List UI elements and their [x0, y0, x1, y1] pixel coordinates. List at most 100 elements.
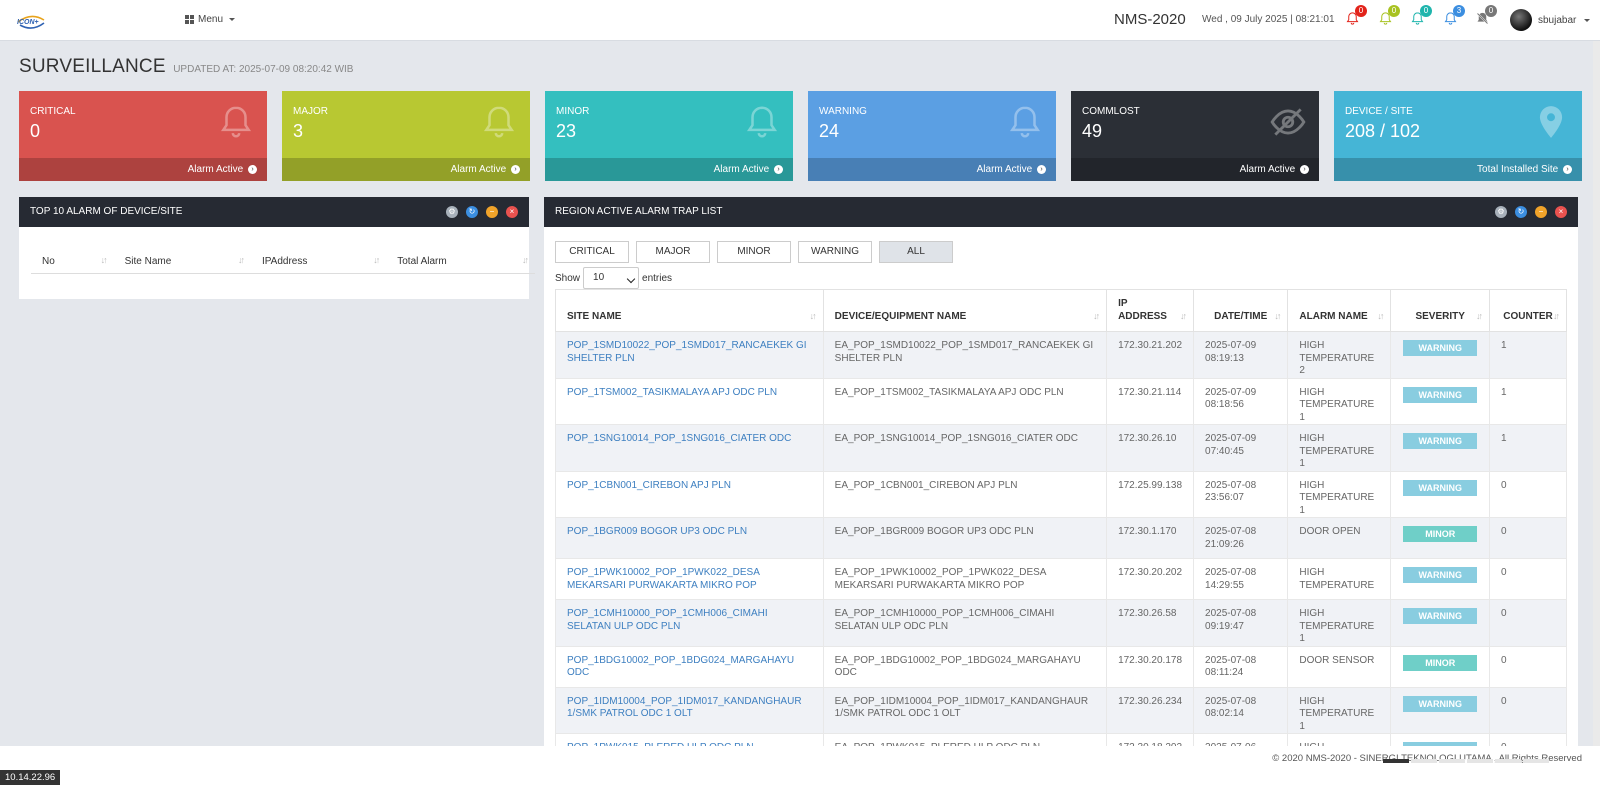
card-footer-text: Alarm Active: [1239, 164, 1296, 175]
column-header[interactable]: No ↓↑: [31, 245, 114, 274]
site-name-link[interactable]: POP_1BGR009 BOGOR UP3 ODC PLN: [567, 526, 747, 537]
table-row[interactable]: POP_1IDM10004_POP_1IDM017_KANDANGHAUR 1/…: [555, 686, 1567, 734]
column-header[interactable]: IPAddress ↓↑: [250, 245, 387, 274]
filter-critical-button[interactable]: CRITICAL: [555, 241, 629, 263]
datetime-text: 2025-07-08 23:56:07: [1205, 479, 1257, 504]
severity-badge: MINOR: [1403, 654, 1478, 671]
column-header[interactable]: Total Alarm ↓↑: [386, 245, 535, 274]
severity-cell: WARNING: [1390, 377, 1491, 425]
card-footer-link[interactable]: Alarm Active ›: [808, 158, 1056, 181]
ip-address-cell: 172.30.20.178: [1106, 645, 1195, 688]
datetime-text: 2025-07-08 21:09:26: [1205, 526, 1257, 550]
severity-cell: WARNING: [1390, 686, 1491, 734]
filter-minor-button[interactable]: MINOR: [717, 241, 791, 263]
site-name-link[interactable]: POP_1IDM10004_POP_1IDM017_KANDANGHAUR 1/…: [567, 696, 802, 720]
panel-tools: ⚙ ↻ − ×: [446, 206, 518, 218]
card-footer-link[interactable]: Alarm Active ›: [545, 158, 793, 181]
datetime-cell: 2025-07-08 09:19:47: [1193, 599, 1289, 647]
notification-count: 3: [1453, 5, 1465, 17]
card-footer-link[interactable]: Alarm Active ›: [1071, 158, 1319, 181]
notification-4[interactable]: 0: [1475, 5, 1497, 29]
site-name-link[interactable]: POP_1BDG10002_POP_1BDG024_MARGAHAYU ODC: [567, 655, 794, 679]
card-footer-link[interactable]: Alarm Active ›: [19, 158, 267, 181]
table-row[interactable]: POP_1TSM002_TASIKMALAYA APJ ODC PLN EA_P…: [555, 377, 1567, 425]
user-menu[interactable]: sbujabar: [1510, 9, 1591, 31]
page-button[interactable]: [1383, 759, 1409, 763]
sort-icon: ↓↑: [809, 311, 817, 321]
table-row[interactable]: POP_1BDG10002_POP_1BDG024_MARGAHAYU ODC …: [555, 645, 1567, 688]
table-row[interactable]: POP_1PWK10002_POP_1PWK022_DESA MEKARSARI…: [555, 558, 1567, 600]
site-name-link[interactable]: POP_1SMD10022_POP_1SMD017_RANCAEKEK GI S…: [567, 340, 807, 364]
page-button[interactable]: [1411, 759, 1437, 763]
card-footer-text: Total Installed Site: [1477, 164, 1559, 175]
severity-badge: WARNING: [1403, 608, 1478, 624]
table-row[interactable]: POP_1BGR009 BOGOR UP3 ODC PLN EA_POP_1BG…: [555, 517, 1567, 559]
notification-count: 0: [1485, 5, 1497, 17]
site-name-link[interactable]: POP_1CBN001_CIREBON APJ PLN: [567, 480, 731, 491]
column-header[interactable]: SEVERITY ↓↑: [1390, 289, 1491, 332]
sort-icon: ↓↑: [1553, 311, 1560, 321]
site-name-link[interactable]: POP_1CMH10000_POP_1CMH006_CIMAHI SELATAN…: [567, 608, 768, 632]
table-row[interactable]: POP_1CBN001_CIREBON APJ PLN EA_POP_1CBN0…: [555, 470, 1567, 518]
map-marker-icon: [1532, 103, 1570, 141]
site-name-link[interactable]: POP_1TSM002_TASIKMALAYA APJ ODC PLN: [567, 387, 777, 398]
column-header[interactable]: ALARM NAME ↓↑: [1287, 289, 1392, 332]
column-header[interactable]: SITE NAME ↓↑: [555, 289, 824, 332]
filter-warning-button[interactable]: WARNING: [798, 241, 872, 263]
table-row[interactable]: POP_1SMD10022_POP_1SMD017_RANCAEKEK GI S…: [555, 331, 1567, 379]
device-name-cell: EA_POP_1TSM002_TASIKMALAYA APJ ODC PLN: [822, 377, 1108, 425]
page-button[interactable]: [1495, 759, 1521, 763]
column-header[interactable]: IP ADDRESS ↓↑: [1106, 289, 1195, 332]
column-label: Total Alarm: [397, 255, 447, 267]
entries-select[interactable]: 10: [583, 267, 640, 289]
site-name-link[interactable]: POP_1PWK10002_POP_1PWK022_DESA MEKARSARI…: [567, 567, 759, 591]
column-header[interactable]: DATE/TIME ↓↑: [1193, 289, 1289, 332]
bell-icon: [217, 103, 255, 141]
table-row[interactable]: POP_1SNG10014_POP_1SNG016_CIATER ODC EA_…: [555, 424, 1567, 472]
card-label: CRITICAL: [30, 106, 76, 117]
page-button[interactable]: [1523, 759, 1549, 763]
collapse-icon[interactable]: −: [1535, 206, 1547, 218]
page-button[interactable]: [1467, 759, 1493, 763]
site-name-cell: POP_1SNG10014_POP_1SNG016_CIATER ODC: [555, 424, 824, 472]
card-footer-link[interactable]: Alarm Active ›: [282, 158, 530, 181]
severity-cell: MINOR: [1390, 517, 1491, 559]
column-header[interactable]: COUNTER ↓↑: [1489, 289, 1567, 332]
card-footer-link[interactable]: Total Installed Site ›: [1334, 158, 1582, 181]
severity-badge: MINOR: [1403, 526, 1478, 542]
card-label: MINOR: [556, 106, 590, 117]
column-header[interactable]: Site Name ↓↑: [113, 245, 251, 274]
ip-address-cell: 172.30.21.114: [1106, 377, 1195, 425]
severity-cell: WARNING: [1390, 558, 1491, 600]
refresh-icon[interactable]: ↻: [466, 206, 478, 218]
settings-icon[interactable]: ⚙: [446, 206, 458, 218]
notification-0[interactable]: 0: [1345, 5, 1367, 29]
filter-major-button[interactable]: MAJOR: [636, 241, 710, 263]
card-value: 49: [1082, 121, 1103, 141]
close-icon[interactable]: ×: [506, 206, 518, 218]
collapse-icon[interactable]: −: [486, 206, 498, 218]
site-name-link[interactable]: POP_1SNG10014_POP_1SNG016_CIATER ODC: [567, 433, 791, 444]
filter-all-button[interactable]: ALL: [879, 241, 953, 263]
page-scrollbar[interactable]: [1593, 41, 1600, 746]
notification-2[interactable]: 0: [1410, 5, 1432, 29]
card-value: 23: [556, 121, 577, 141]
close-icon[interactable]: ×: [1555, 206, 1567, 218]
menu-dropdown[interactable]: Menu: [185, 14, 236, 25]
counter-cell: 0: [1489, 645, 1567, 688]
alarm-name-cell: HIGH TEMPERATURE 1: [1287, 686, 1392, 734]
settings-icon[interactable]: ⚙: [1495, 206, 1507, 218]
panel-tools: ⚙ ↻ − ×: [1495, 206, 1567, 218]
column-header[interactable]: DEVICE/EQUIPMENT NAME ↓↑: [822, 289, 1108, 332]
alarm-trap-table: SITE NAME ↓↑ DEVICE/EQUIPMENT NAME ↓↑ IP ADD…: [555, 289, 1567, 781]
table-row[interactable]: POP_1CMH10000_POP_1CMH006_CIMAHI SELATAN…: [555, 599, 1567, 647]
page-button[interactable]: [1439, 759, 1465, 763]
severity-badge: WARNING: [1403, 479, 1478, 496]
counter-cell: 1: [1489, 331, 1567, 379]
refresh-icon[interactable]: ↻: [1515, 206, 1527, 218]
notification-3[interactable]: 3: [1443, 5, 1465, 29]
card-value: 24: [819, 121, 840, 141]
datetime-text: 2025-07-09 07:40:45: [1205, 433, 1257, 457]
notification-1[interactable]: 0: [1378, 5, 1400, 29]
company-logo[interactable]: ICON+: [14, 8, 48, 32]
